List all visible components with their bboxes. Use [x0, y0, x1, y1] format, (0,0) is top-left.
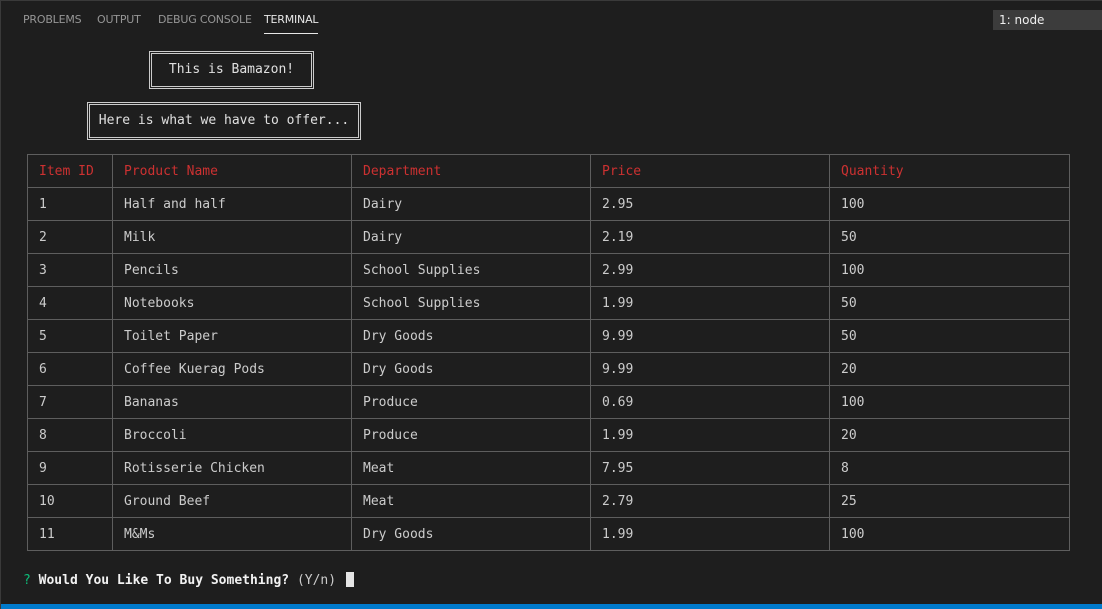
cell-price: 9.99 — [590, 319, 830, 353]
cell-price: 2.99 — [590, 253, 830, 287]
table-row: 11 M&Ms Dry Goods 1.99 100 — [27, 517, 1070, 551]
cell-product-name: Pencils — [112, 253, 352, 287]
cell-department: Dairy — [351, 220, 591, 254]
cell-quantity: 20 — [829, 352, 1070, 386]
table-row: 7 Bananas Produce 0.69 100 — [27, 385, 1070, 419]
banner-subtitle: Here is what we have to offer... — [87, 102, 361, 140]
cell-department: School Supplies — [351, 286, 591, 320]
cell-quantity: 100 — [829, 517, 1070, 551]
cell-item-id: 6 — [27, 352, 113, 386]
cell-quantity: 50 — [829, 319, 1070, 353]
cell-department: Dry Goods — [351, 352, 591, 386]
cell-item-id: 7 — [27, 385, 113, 419]
cell-price: 1.99 — [590, 517, 830, 551]
cell-product-name: Toilet Paper — [112, 319, 352, 353]
status-bar — [1, 604, 1102, 609]
cell-item-id: 3 — [27, 253, 113, 287]
prompt-question: Would You Like To Buy Something? — [38, 573, 290, 588]
cell-product-name: Broccoli — [112, 418, 352, 452]
table-row: 3 Pencils School Supplies 2.99 100 — [27, 253, 1070, 287]
cell-department: Dry Goods — [351, 517, 591, 551]
vscode-panel: PROBLEMS OUTPUT DEBUG CONSOLE TERMINAL 1… — [0, 0, 1102, 609]
cell-price: 1.99 — [590, 286, 830, 320]
terminal-select-dropdown[interactable]: 1: node — [993, 10, 1102, 30]
table-row: 8 Broccoli Produce 1.99 20 — [27, 418, 1070, 452]
cell-product-name: Half and half — [112, 187, 352, 221]
column-header-product-name: Product Name — [112, 154, 352, 188]
banner-title: This is Bamazon! — [149, 51, 314, 89]
table-row: 10 Ground Beef Meat 2.79 25 — [27, 484, 1070, 518]
column-header-quantity: Quantity — [829, 154, 1070, 188]
table-row: 5 Toilet Paper Dry Goods 9.99 50 — [27, 319, 1070, 353]
table-row: 6 Coffee Kuerag Pods Dry Goods 9.99 20 — [27, 352, 1070, 386]
cell-price: 2.95 — [590, 187, 830, 221]
cell-product-name: Rotisserie Chicken — [112, 451, 352, 485]
cell-department: Dairy — [351, 187, 591, 221]
cell-product-name: Coffee Kuerag Pods — [112, 352, 352, 386]
panel-tab-bar: PROBLEMS OUTPUT DEBUG CONSOLE TERMINAL 1… — [1, 1, 1102, 37]
cell-item-id: 10 — [27, 484, 113, 518]
cell-price: 2.19 — [590, 220, 830, 254]
cell-product-name: Milk — [112, 220, 352, 254]
cell-item-id: 1 — [27, 187, 113, 221]
cell-item-id: 5 — [27, 319, 113, 353]
cell-quantity: 8 — [829, 451, 1070, 485]
cell-price: 7.95 — [590, 451, 830, 485]
terminal-output[interactable]: This is Bamazon! Here is what we have to… — [1, 41, 1102, 601]
cell-quantity: 100 — [829, 187, 1070, 221]
cell-department: School Supplies — [351, 253, 591, 287]
cell-quantity: 50 — [829, 286, 1070, 320]
cell-price: 1.99 — [590, 418, 830, 452]
table-row: 4 Notebooks School Supplies 1.99 50 — [27, 286, 1070, 320]
cell-item-id: 4 — [27, 286, 113, 320]
inventory-table: Item ID Product Name Department Price Quanti… — [27, 154, 1070, 551]
column-header-item-id: Item ID — [27, 154, 113, 188]
cell-item-id: 2 — [27, 220, 113, 254]
cell-department: Meat — [351, 484, 591, 518]
tab-problems[interactable]: PROBLEMS — [23, 13, 82, 26]
buy-prompt: ? Would You Like To Buy Something? (Y/n) — [23, 572, 354, 588]
cell-item-id: 11 — [27, 517, 113, 551]
cell-quantity: 20 — [829, 418, 1070, 452]
cell-department: Produce — [351, 418, 591, 452]
cell-product-name: Notebooks — [112, 286, 352, 320]
column-header-price: Price — [590, 154, 830, 188]
cell-product-name: Ground Beef — [112, 484, 352, 518]
cell-product-name: Bananas — [112, 385, 352, 419]
cell-item-id: 9 — [27, 451, 113, 485]
cell-department: Dry Goods — [351, 319, 591, 353]
cell-price: 0.69 — [590, 385, 830, 419]
tab-terminal[interactable]: TERMINAL — [264, 13, 319, 34]
cell-quantity: 50 — [829, 220, 1070, 254]
cell-item-id: 8 — [27, 418, 113, 452]
column-header-department: Department — [351, 154, 591, 188]
table-row: 1 Half and half Dairy 2.95 100 — [27, 187, 1070, 221]
cell-department: Meat — [351, 451, 591, 485]
cell-product-name: M&Ms — [112, 517, 352, 551]
tab-output[interactable]: OUTPUT — [97, 13, 141, 26]
cell-department: Produce — [351, 385, 591, 419]
table-header-row: Item ID Product Name Department Price Quanti… — [27, 154, 1070, 188]
table-row: 9 Rotisserie Chicken Meat 7.95 8 — [27, 451, 1070, 485]
cell-quantity: 100 — [829, 385, 1070, 419]
terminal-cursor[interactable] — [345, 572, 354, 587]
cell-quantity: 25 — [829, 484, 1070, 518]
cell-price: 2.79 — [590, 484, 830, 518]
prompt-hint: (Y/n) — [296, 573, 337, 588]
tab-debug-console[interactable]: DEBUG CONSOLE — [158, 13, 252, 26]
prompt-marker: ? — [23, 573, 31, 588]
table-body: 1 Half and half Dairy 2.95 100 2 Milk Dairy 2.19… — [27, 187, 1070, 551]
cell-price: 9.99 — [590, 352, 830, 386]
table-row: 2 Milk Dairy 2.19 50 — [27, 220, 1070, 254]
cell-quantity: 100 — [829, 253, 1070, 287]
